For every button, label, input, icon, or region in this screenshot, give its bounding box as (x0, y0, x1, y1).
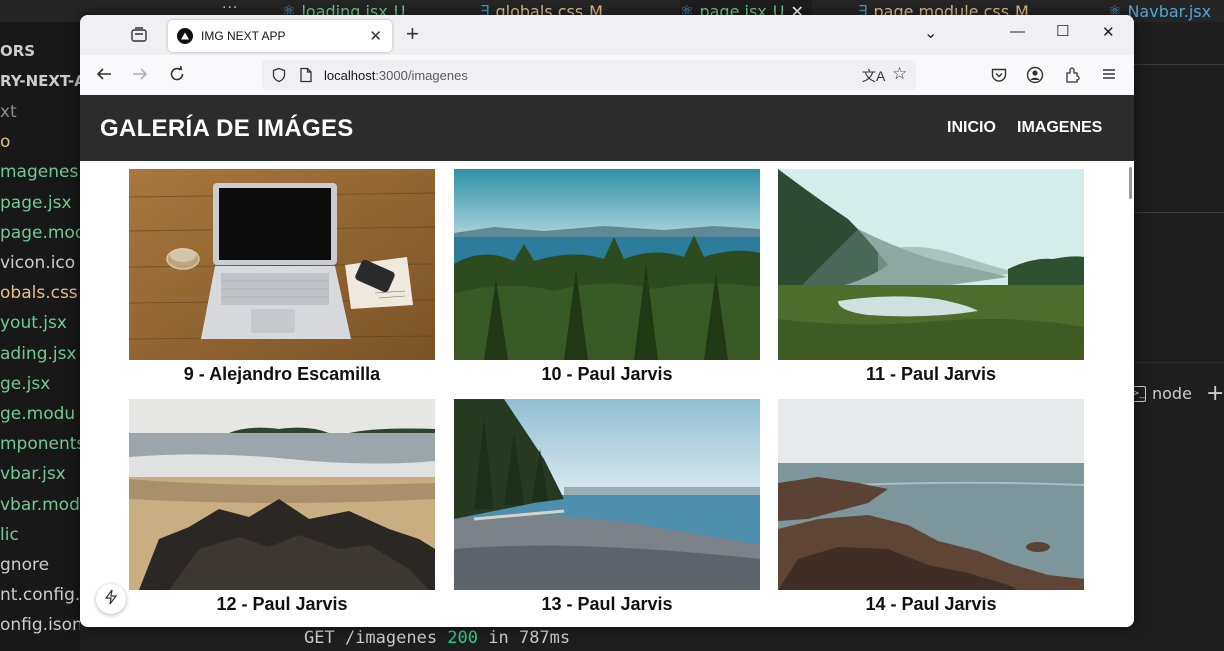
gallery-card[interactable]: 9 - Alejandro Escamilla (129, 169, 435, 385)
gallery-caption: 10 - Paul Jarvis (541, 364, 673, 384)
explorer-file-item[interactable]: lic (0, 525, 19, 545)
gallery-caption: 9 - Alejandro Escamilla (183, 364, 381, 384)
gallery-photo[interactable] (129, 399, 435, 590)
nextjs-favicon-icon (177, 28, 193, 44)
explorer-file-item[interactable]: page.mod (0, 223, 80, 243)
gallery-photo[interactable] (778, 399, 1084, 590)
gallery-photo[interactable] (129, 169, 435, 360)
nav-link-inicio[interactable]: INICIO (947, 119, 996, 137)
site-navbar: GALERÍA DE IMÁGES INICIO IMAGENES (80, 95, 1134, 161)
url-host: localhost (324, 68, 376, 83)
explorer-file-item[interactable]: ading.jsx (0, 344, 77, 364)
terminal-request: GET /imagenes (304, 628, 448, 648)
explorer-file-item[interactable]: magenes (0, 162, 78, 182)
browser-toolbar: localhost:3000/imagenes 文A ☆ (80, 55, 1134, 95)
gallery-card[interactable]: 12 - Paul Jarvis (129, 399, 435, 615)
explorer-file-item[interactable]: gnore (0, 555, 49, 575)
url-path: :3000/imagenes (375, 68, 468, 83)
editor-panel (1134, 22, 1224, 651)
gallery-caption: 11 - Paul Jarvis (865, 364, 997, 384)
explorer-file-item[interactable]: mponents (0, 434, 80, 454)
forward-icon[interactable] (131, 65, 149, 88)
new-tab-icon[interactable]: + (406, 23, 419, 45)
url-bar[interactable]: localhost:3000/imagenes 文A ☆ (262, 60, 916, 90)
minimize-icon[interactable]: — (1010, 23, 1025, 40)
explorer-file-item[interactable]: obals.css (0, 283, 78, 303)
reload-icon[interactable] (168, 65, 186, 88)
explorer-title: ORS (0, 42, 36, 60)
explorer-file-item[interactable]: ge.modu (0, 404, 75, 424)
page-viewport: GALERÍA DE IMÁGES INICIO IMAGENES 9 - Al… (80, 95, 1134, 627)
explorer-file-item[interactable]: o (0, 132, 10, 152)
gallery-photo[interactable] (778, 169, 1084, 360)
project-name[interactable]: RY-NEXT-A (0, 72, 80, 90)
gallery-caption: 12 - Paul Jarvis (216, 594, 348, 614)
gallery-photo[interactable] (454, 169, 760, 360)
explorer-file-item[interactable]: onfig.ison (0, 615, 80, 635)
url-text[interactable]: localhost:3000/imagenes (324, 68, 468, 83)
terminal-status-code: 200 (447, 628, 479, 648)
browser-tab-active[interactable]: IMG NEXT APP ✕ (168, 20, 392, 52)
terminal-output: GET /imagenes 200 in 787ms (304, 628, 570, 648)
chevron-down-icon[interactable]: ⌄ (924, 23, 937, 43)
gallery-card[interactable]: 11 - Paul Jarvis (778, 169, 1084, 385)
explorer-file-item[interactable]: vicon.ico (0, 253, 75, 273)
gallery-photo[interactable] (454, 399, 760, 590)
maximize-icon[interactable]: ☐ (1056, 22, 1069, 40)
browser-tab-title: IMG NEXT APP (201, 29, 286, 43)
explorer-file-item[interactable]: nt.config. (0, 585, 80, 605)
explorer-sidebar: ORS RY-NEXT-A xt o magenes page.jsx page.mod… (0, 22, 80, 651)
site-title: GALERÍA DE IMÁGES (100, 115, 354, 142)
explorer-file-item[interactable]: yout.jsx (0, 313, 67, 333)
scrollbar[interactable] (1129, 167, 1132, 199)
more-actions-icon[interactable]: ··· (222, 0, 238, 16)
editor-tab-label: Navbar.jsx (1127, 1, 1212, 21)
shield-icon[interactable] (271, 67, 287, 88)
extensions-icon[interactable] (1064, 66, 1082, 89)
terminal-tab-label: node (1152, 384, 1192, 403)
browser-window: IMG NEXT APP ✕ + ⌄ — ☐ ✕ localhost:3000/… (80, 15, 1134, 627)
explorer-file-item[interactable]: vbar.mod (0, 495, 80, 515)
bookmark-star-icon[interactable]: ☆ (892, 64, 907, 84)
gallery-card[interactable]: 14 - Paul Jarvis (778, 399, 1084, 615)
nav-link-imagenes[interactable]: IMAGENES (1017, 119, 1102, 137)
nextjs-dev-tools-button[interactable] (96, 584, 126, 614)
translate-icon[interactable]: 文A (862, 66, 885, 86)
gallery-caption: 14 - Paul Jarvis (865, 594, 997, 614)
back-icon[interactable] (95, 65, 113, 88)
browser-tab-bar: IMG NEXT APP ✕ + ⌄ — ☐ ✕ (80, 15, 1134, 55)
page-icon[interactable] (299, 67, 313, 88)
gallery-card[interactable]: 10 - Paul Jarvis (454, 169, 760, 385)
menu-icon[interactable] (1101, 66, 1117, 87)
terminal-timing: in 787ms (478, 628, 571, 648)
gallery-card[interactable]: 13 - Paul Jarvis (454, 399, 760, 615)
explorer-file-item[interactable]: page.jsx (0, 193, 72, 213)
account-icon[interactable] (1026, 66, 1044, 89)
explorer-file-item[interactable]: vbar.jsx (0, 464, 66, 484)
tab-list-icon[interactable] (130, 26, 148, 49)
lightning-icon (104, 589, 118, 610)
pocket-icon[interactable] (990, 66, 1008, 89)
close-window-icon[interactable]: ✕ (1102, 23, 1115, 41)
gallery-caption: 13 - Paul Jarvis (541, 594, 673, 614)
explorer-file-item[interactable]: ge.jsx (0, 374, 50, 394)
close-tab-icon[interactable]: ✕ (369, 27, 382, 45)
terminal-tab[interactable]: >_ node + (1130, 381, 1224, 406)
new-terminal-icon[interactable]: + (1206, 381, 1224, 406)
explorer-file-item[interactable]: xt (0, 102, 17, 122)
